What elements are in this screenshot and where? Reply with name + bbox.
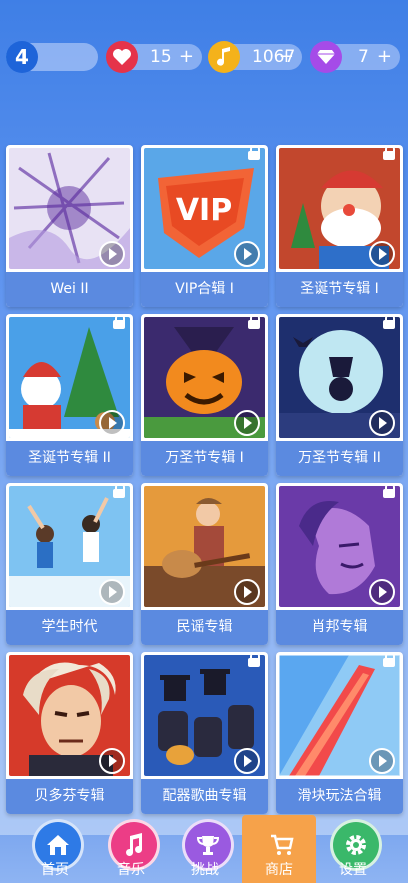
status-bar: 4 15 + 1067 + 7 + [0,0,408,110]
play-icon[interactable] [369,748,395,774]
add-lives-button[interactable]: + [179,44,194,70]
album-title: 学生时代 [6,610,133,645]
lock-icon [113,314,125,329]
heart-icon [106,41,138,73]
nav-challenge-label: 挑战 [191,862,219,878]
nav-home[interactable]: 首页 [20,815,90,883]
album-title: 圣诞节专辑 II [6,441,133,476]
album-card[interactable]: 圣诞节专辑 II [6,314,133,476]
lives-value: 15 [150,47,172,67]
album-card[interactable]: 贝多芬专辑 [6,652,133,814]
album-card[interactable]: VIP VIP合辑 I [141,145,268,307]
lock-icon [248,652,260,667]
lock-icon [383,652,395,667]
vip-text: VIP [176,193,232,228]
nav-shop[interactable]: 商店 [244,815,314,883]
gems-value: 7 [358,47,369,67]
level-badge: 4 [6,41,38,73]
album-card[interactable]: 民谣专辑 [141,483,268,645]
album-title: 万圣节专辑 I [141,441,268,476]
lock-icon [383,314,395,329]
album-title: Wei II [6,272,133,307]
lock-icon [383,483,395,498]
play-icon[interactable] [99,579,125,605]
album-card[interactable]: 万圣节专辑 II [276,314,403,476]
play-icon[interactable] [234,241,260,267]
album-card[interactable]: 配器歌曲专辑 [141,652,268,814]
album-title: 配器歌曲专辑 [141,779,268,814]
nav-challenge[interactable]: 挑战 [170,815,240,883]
lock-icon [113,483,125,498]
album-title: 民谣专辑 [141,610,268,645]
album-title: 肖邦专辑 [276,610,403,645]
album-title: 滑块玩法合辑 [276,779,403,814]
album-card[interactable]: 滑块玩法合辑 [276,652,403,814]
lock-icon [248,314,260,329]
play-icon[interactable] [234,748,260,774]
add-gems-button[interactable]: + [377,44,392,70]
album-title: 贝多芬专辑 [6,779,133,814]
album-title: VIP合辑 I [141,272,268,307]
bottom-nav: 首页 音乐 挑战 商店 设置 [0,815,408,883]
music-note-coin-icon [208,41,240,73]
lock-icon [248,145,260,160]
play-icon[interactable] [234,579,260,605]
play-icon[interactable] [369,579,395,605]
play-icon[interactable] [369,241,395,267]
album-card[interactable]: 圣诞节专辑 I [276,145,403,307]
lock-icon [383,145,395,160]
nav-music-label: 音乐 [117,862,145,878]
diamond-icon [310,41,342,73]
album-card[interactable]: 万圣节专辑 I [141,314,268,476]
play-icon[interactable] [369,410,395,436]
nav-music[interactable]: 音乐 [96,815,166,883]
album-card[interactable]: 学生时代 [6,483,133,645]
album-card[interactable]: 肖邦专辑 [276,483,403,645]
play-icon[interactable] [99,748,125,774]
album-title: 圣诞节专辑 I [276,272,403,307]
play-icon[interactable] [234,410,260,436]
nav-settings[interactable]: 设置 [318,815,388,883]
play-icon[interactable] [99,410,125,436]
nav-settings-label: 设置 [339,862,367,878]
play-icon[interactable] [99,241,125,267]
add-coins-button[interactable]: + [279,44,294,70]
nav-home-label: 首页 [41,862,69,878]
nav-shop-label: 商店 [265,862,293,878]
album-card[interactable]: Wei II [6,145,133,307]
album-title: 万圣节专辑 II [276,441,403,476]
